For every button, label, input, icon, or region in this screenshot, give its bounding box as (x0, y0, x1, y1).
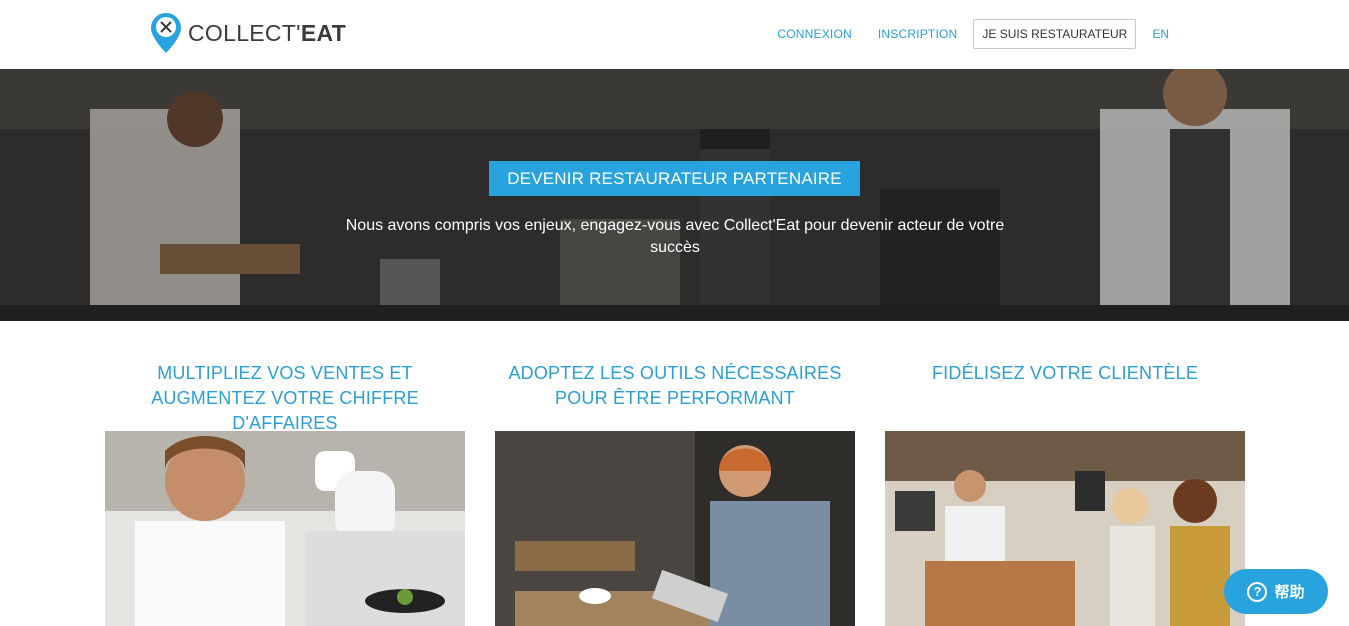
top-nav: CONNEXION INSCRIPTION JE SUIS RESTAURATE… (751, 19, 1169, 49)
location-pin-icon (150, 12, 182, 54)
restaurateur-button[interactable]: JE SUIS RESTAURATEUR (973, 19, 1137, 49)
question-icon: ? (1247, 581, 1268, 602)
brand-name-light: COLLECT' (188, 19, 301, 46)
feature-loyalty: FIDÉLISEZ VOTRE CLIENTÈLE (885, 361, 1245, 626)
cafe-customers-photo (885, 431, 1245, 626)
tablet-user-photo (495, 431, 855, 626)
chef-photo (105, 431, 465, 626)
nav-signup-link[interactable]: INSCRIPTION (878, 27, 958, 41)
brand-name-bold: EAT (300, 19, 347, 46)
feature-title: MULTIPLIEZ VOS VENTES ET AUGMENTEZ VOTRE… (151, 363, 419, 433)
help-label: 帮助 (1274, 584, 1305, 601)
feature-title: FIDÉLISEZ VOTRE CLIENTÈLE (931, 363, 1199, 383)
brand-logo[interactable]: COLLECT'EAT (150, 12, 346, 54)
language-switch[interactable]: EN (1152, 27, 1169, 41)
brand-name: COLLECT'EAT (188, 20, 346, 47)
nav-login-link[interactable]: CONNEXION (777, 27, 851, 41)
become-partner-button[interactable]: DEVENIR RESTAURATEUR PARTENAIRE (489, 161, 860, 196)
hero-banner: DEVENIR RESTAURATEUR PARTENAIRE Nous avo… (0, 69, 1349, 321)
feature-sales: MULTIPLIEZ VOS VENTES ET AUGMENTEZ VOTRE… (105, 361, 465, 626)
site-header: COLLECT'EAT CONNEXION INSCRIPTION JE SUI… (0, 0, 1349, 69)
feature-tools: ADOPTEZ LES OUTILS NÉCESSAIRES POUR ÊTRE… (495, 361, 855, 626)
hero-subtitle: Nous avons compris vos enjeux, engagez-v… (345, 217, 1005, 256)
feature-title: ADOPTEZ LES OUTILS NÉCESSAIRES POUR ÊTRE… (508, 363, 842, 408)
help-button[interactable]: ? 帮助 (1224, 569, 1328, 614)
